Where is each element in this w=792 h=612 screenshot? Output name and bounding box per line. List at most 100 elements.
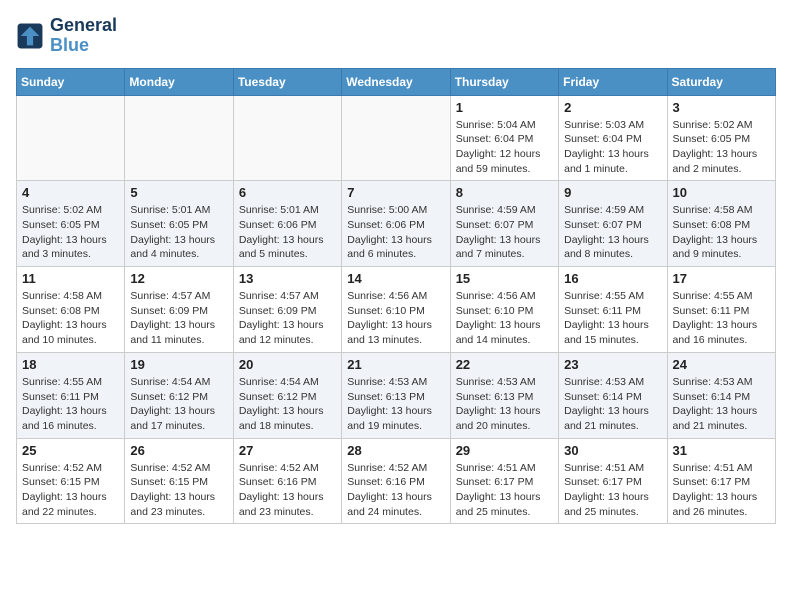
calendar-week-row: 4Sunrise: 5:02 AMSunset: 6:05 PMDaylight…	[17, 181, 776, 267]
day-number: 13	[239, 271, 336, 286]
day-number: 29	[456, 443, 553, 458]
day-info: Sunrise: 4:52 AMSunset: 6:16 PMDaylight:…	[239, 461, 336, 520]
day-number: 5	[130, 185, 227, 200]
day-info: Sunrise: 4:55 AMSunset: 6:11 PMDaylight:…	[673, 289, 770, 348]
day-info: Sunrise: 5:02 AMSunset: 6:05 PMDaylight:…	[673, 118, 770, 177]
day-info: Sunrise: 4:51 AMSunset: 6:17 PMDaylight:…	[673, 461, 770, 520]
day-number: 2	[564, 100, 661, 115]
day-info: Sunrise: 4:55 AMSunset: 6:11 PMDaylight:…	[564, 289, 661, 348]
day-number: 8	[456, 185, 553, 200]
calendar-header-monday: Monday	[125, 68, 233, 95]
calendar-cell: 31 Sunrise: 4:51 AMSunset: 6:17 PMDayligh…	[667, 438, 775, 524]
day-info: Sunrise: 4:53 AMSunset: 6:14 PMDaylight:…	[673, 375, 770, 434]
day-info: Sunrise: 4:57 AMSunset: 6:09 PMDaylight:…	[130, 289, 227, 348]
day-number: 4	[22, 185, 119, 200]
day-number: 6	[239, 185, 336, 200]
calendar-header-saturday: Saturday	[667, 68, 775, 95]
day-info: Sunrise: 4:54 AMSunset: 6:12 PMDaylight:…	[239, 375, 336, 434]
day-number: 3	[673, 100, 770, 115]
day-info: Sunrise: 4:59 AMSunset: 6:07 PMDaylight:…	[564, 203, 661, 262]
calendar-header-row: SundayMondayTuesdayWednesdayThursdayFrid…	[17, 68, 776, 95]
day-number: 11	[22, 271, 119, 286]
day-info: Sunrise: 4:54 AMSunset: 6:12 PMDaylight:…	[130, 375, 227, 434]
calendar-cell: 30 Sunrise: 4:51 AMSunset: 6:17 PMDayligh…	[559, 438, 667, 524]
day-number: 10	[673, 185, 770, 200]
calendar-cell: 19 Sunrise: 4:54 AMSunset: 6:12 PMDayligh…	[125, 352, 233, 438]
calendar-header-friday: Friday	[559, 68, 667, 95]
day-info: Sunrise: 4:56 AMSunset: 6:10 PMDaylight:…	[347, 289, 444, 348]
day-number: 24	[673, 357, 770, 372]
day-info: Sunrise: 5:01 AMSunset: 6:06 PMDaylight:…	[239, 203, 336, 262]
calendar-cell: 16 Sunrise: 4:55 AMSunset: 6:11 PMDayligh…	[559, 267, 667, 353]
day-number: 23	[564, 357, 661, 372]
day-number: 30	[564, 443, 661, 458]
day-number: 9	[564, 185, 661, 200]
day-info: Sunrise: 4:51 AMSunset: 6:17 PMDaylight:…	[564, 461, 661, 520]
calendar-week-row: 1 Sunrise: 5:04 AMSunset: 6:04 PMDaylight…	[17, 95, 776, 181]
calendar-header-tuesday: Tuesday	[233, 68, 341, 95]
logo-icon	[16, 22, 44, 50]
calendar-cell: 18 Sunrise: 4:55 AMSunset: 6:11 PMDayligh…	[17, 352, 125, 438]
day-number: 22	[456, 357, 553, 372]
day-number: 28	[347, 443, 444, 458]
day-info: Sunrise: 4:57 AMSunset: 6:09 PMDaylight:…	[239, 289, 336, 348]
calendar-header-thursday: Thursday	[450, 68, 558, 95]
calendar-cell: 12 Sunrise: 4:57 AMSunset: 6:09 PMDayligh…	[125, 267, 233, 353]
day-info: Sunrise: 4:52 AMSunset: 6:16 PMDaylight:…	[347, 461, 444, 520]
day-number: 19	[130, 357, 227, 372]
calendar-cell: 26 Sunrise: 4:52 AMSunset: 6:15 PMDayligh…	[125, 438, 233, 524]
calendar-cell: 2 Sunrise: 5:03 AMSunset: 6:04 PMDaylight…	[559, 95, 667, 181]
day-number: 26	[130, 443, 227, 458]
day-info: Sunrise: 5:03 AMSunset: 6:04 PMDaylight:…	[564, 118, 661, 177]
day-number: 12	[130, 271, 227, 286]
calendar-cell: 14Sunrise: 4:56 AMSunset: 6:10 PMDayligh…	[342, 267, 450, 353]
calendar-cell: 15 Sunrise: 4:56 AMSunset: 6:10 PMDayligh…	[450, 267, 558, 353]
calendar-cell: 8 Sunrise: 4:59 AMSunset: 6:07 PMDaylight…	[450, 181, 558, 267]
calendar-cell: 29Sunrise: 4:51 AMSunset: 6:17 PMDayligh…	[450, 438, 558, 524]
day-number: 21	[347, 357, 444, 372]
day-info: Sunrise: 4:53 AMSunset: 6:13 PMDaylight:…	[456, 375, 553, 434]
calendar-cell: 5 Sunrise: 5:01 AMSunset: 6:05 PMDaylight…	[125, 181, 233, 267]
calendar-cell: 3 Sunrise: 5:02 AMSunset: 6:05 PMDaylight…	[667, 95, 775, 181]
calendar-cell: 20 Sunrise: 4:54 AMSunset: 6:12 PMDayligh…	[233, 352, 341, 438]
calendar-cell	[17, 95, 125, 181]
day-number: 27	[239, 443, 336, 458]
calendar-cell: 4Sunrise: 5:02 AMSunset: 6:05 PMDaylight…	[17, 181, 125, 267]
day-number: 20	[239, 357, 336, 372]
day-info: Sunrise: 4:59 AMSunset: 6:07 PMDaylight:…	[456, 203, 553, 262]
calendar-cell: 6 Sunrise: 5:01 AMSunset: 6:06 PMDaylight…	[233, 181, 341, 267]
calendar-cell	[125, 95, 233, 181]
day-info: Sunrise: 4:52 AMSunset: 6:15 PMDaylight:…	[130, 461, 227, 520]
day-info: Sunrise: 4:55 AMSunset: 6:11 PMDaylight:…	[22, 375, 119, 434]
day-info: Sunrise: 4:58 AMSunset: 6:08 PMDaylight:…	[22, 289, 119, 348]
day-number: 1	[456, 100, 553, 115]
calendar-cell: 22 Sunrise: 4:53 AMSunset: 6:13 PMDayligh…	[450, 352, 558, 438]
day-info: Sunrise: 4:52 AMSunset: 6:15 PMDaylight:…	[22, 461, 119, 520]
calendar-cell: 21Sunrise: 4:53 AMSunset: 6:13 PMDayligh…	[342, 352, 450, 438]
calendar-week-row: 11 Sunrise: 4:58 AMSunset: 6:08 PMDayligh…	[17, 267, 776, 353]
calendar-week-row: 18 Sunrise: 4:55 AMSunset: 6:11 PMDayligh…	[17, 352, 776, 438]
calendar-header-sunday: Sunday	[17, 68, 125, 95]
calendar-cell: 1 Sunrise: 5:04 AMSunset: 6:04 PMDaylight…	[450, 95, 558, 181]
day-number: 18	[22, 357, 119, 372]
day-info: Sunrise: 4:56 AMSunset: 6:10 PMDaylight:…	[456, 289, 553, 348]
calendar-cell: 7Sunrise: 5:00 AMSunset: 6:06 PMDaylight…	[342, 181, 450, 267]
day-number: 16	[564, 271, 661, 286]
page-header: General Blue	[16, 16, 776, 56]
day-info: Sunrise: 5:01 AMSunset: 6:05 PMDaylight:…	[130, 203, 227, 262]
calendar-cell: 17 Sunrise: 4:55 AMSunset: 6:11 PMDayligh…	[667, 267, 775, 353]
logo-text: General Blue	[50, 16, 117, 56]
calendar-cell: 28 Sunrise: 4:52 AMSunset: 6:16 PMDayligh…	[342, 438, 450, 524]
calendar-cell	[233, 95, 341, 181]
day-number: 15	[456, 271, 553, 286]
day-info: Sunrise: 5:04 AMSunset: 6:04 PMDaylight:…	[456, 118, 553, 177]
day-number: 25	[22, 443, 119, 458]
calendar-cell: 10 Sunrise: 4:58 AMSunset: 6:08 PMDayligh…	[667, 181, 775, 267]
calendar-cell: 23Sunrise: 4:53 AMSunset: 6:14 PMDayligh…	[559, 352, 667, 438]
calendar-cell: 11 Sunrise: 4:58 AMSunset: 6:08 PMDayligh…	[17, 267, 125, 353]
calendar-cell	[342, 95, 450, 181]
day-number: 31	[673, 443, 770, 458]
calendar-week-row: 25 Sunrise: 4:52 AMSunset: 6:15 PMDayligh…	[17, 438, 776, 524]
day-info: Sunrise: 4:58 AMSunset: 6:08 PMDaylight:…	[673, 203, 770, 262]
day-number: 17	[673, 271, 770, 286]
